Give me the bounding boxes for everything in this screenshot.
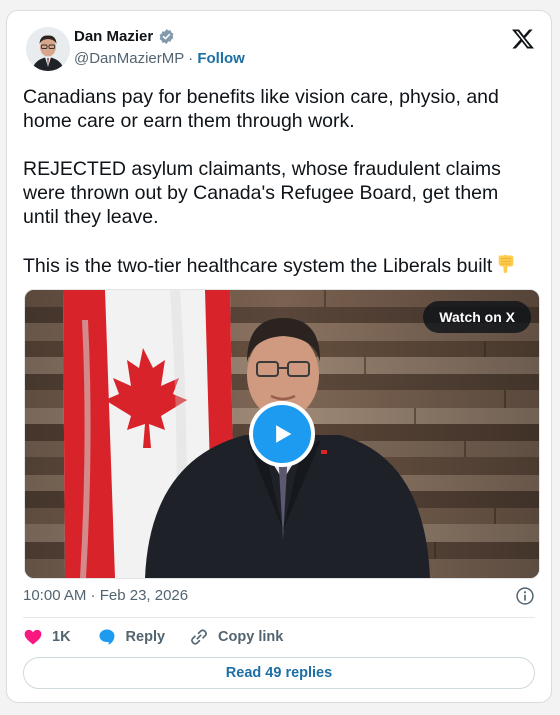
tweet-paragraph: REJECTED asylum claimants, whose fraudul… <box>23 158 501 228</box>
read-replies-button[interactable]: Read 49 replies <box>23 657 535 689</box>
author-name[interactable]: Dan Mazier <box>74 28 153 45</box>
watch-on-x-button[interactable]: Watch on X <box>423 301 531 333</box>
tweet-paragraph-last: This is the two-tier healthcare system t… <box>23 253 539 278</box>
follow-button[interactable]: Follow <box>197 50 245 67</box>
pointing-down-hand-icon <box>498 254 514 274</box>
verified-badge-icon <box>159 29 174 44</box>
tweet-timestamp[interactable]: 10:00 AM · Feb 23, 2026 <box>23 587 188 604</box>
tweet-text: Canadians pay for benefits like vision c… <box>23 85 539 278</box>
tweet-card: Dan Mazier @DanMazierMP · Follow Canadia… <box>6 10 552 703</box>
author-handle-row: @DanMazierMP · Follow <box>74 50 245 67</box>
x-logo-icon[interactable] <box>511 27 535 51</box>
avatar[interactable] <box>26 27 70 71</box>
copy-link-label: Copy link <box>218 629 284 645</box>
tweet-actions: 1K Reply Copy link <box>23 626 283 648</box>
reply-bubble-icon <box>99 629 115 645</box>
like-count: 1K <box>52 629 71 645</box>
like-button[interactable]: 1K <box>23 627 71 647</box>
play-icon <box>276 425 292 443</box>
tweet-paragraph: Canadians pay for benefits like vision c… <box>23 86 499 132</box>
avatar-image <box>26 27 70 71</box>
divider <box>23 617 535 618</box>
handle-separator: · <box>183 50 198 67</box>
reply-button[interactable]: Reply <box>97 627 166 647</box>
reply-label: Reply <box>125 629 166 645</box>
info-icon[interactable] <box>515 586 535 606</box>
author-handle[interactable]: @DanMazierMP <box>74 50 184 67</box>
author-name-row: Dan Mazier <box>74 28 175 45</box>
heart-icon <box>24 629 42 645</box>
video-player[interactable]: Watch on X <box>24 289 540 579</box>
link-icon <box>191 629 207 645</box>
tweet-paragraph: This is the two-tier healthcare system t… <box>23 255 493 277</box>
copy-link-button[interactable]: Copy link <box>189 627 283 647</box>
play-button[interactable] <box>249 401 315 467</box>
